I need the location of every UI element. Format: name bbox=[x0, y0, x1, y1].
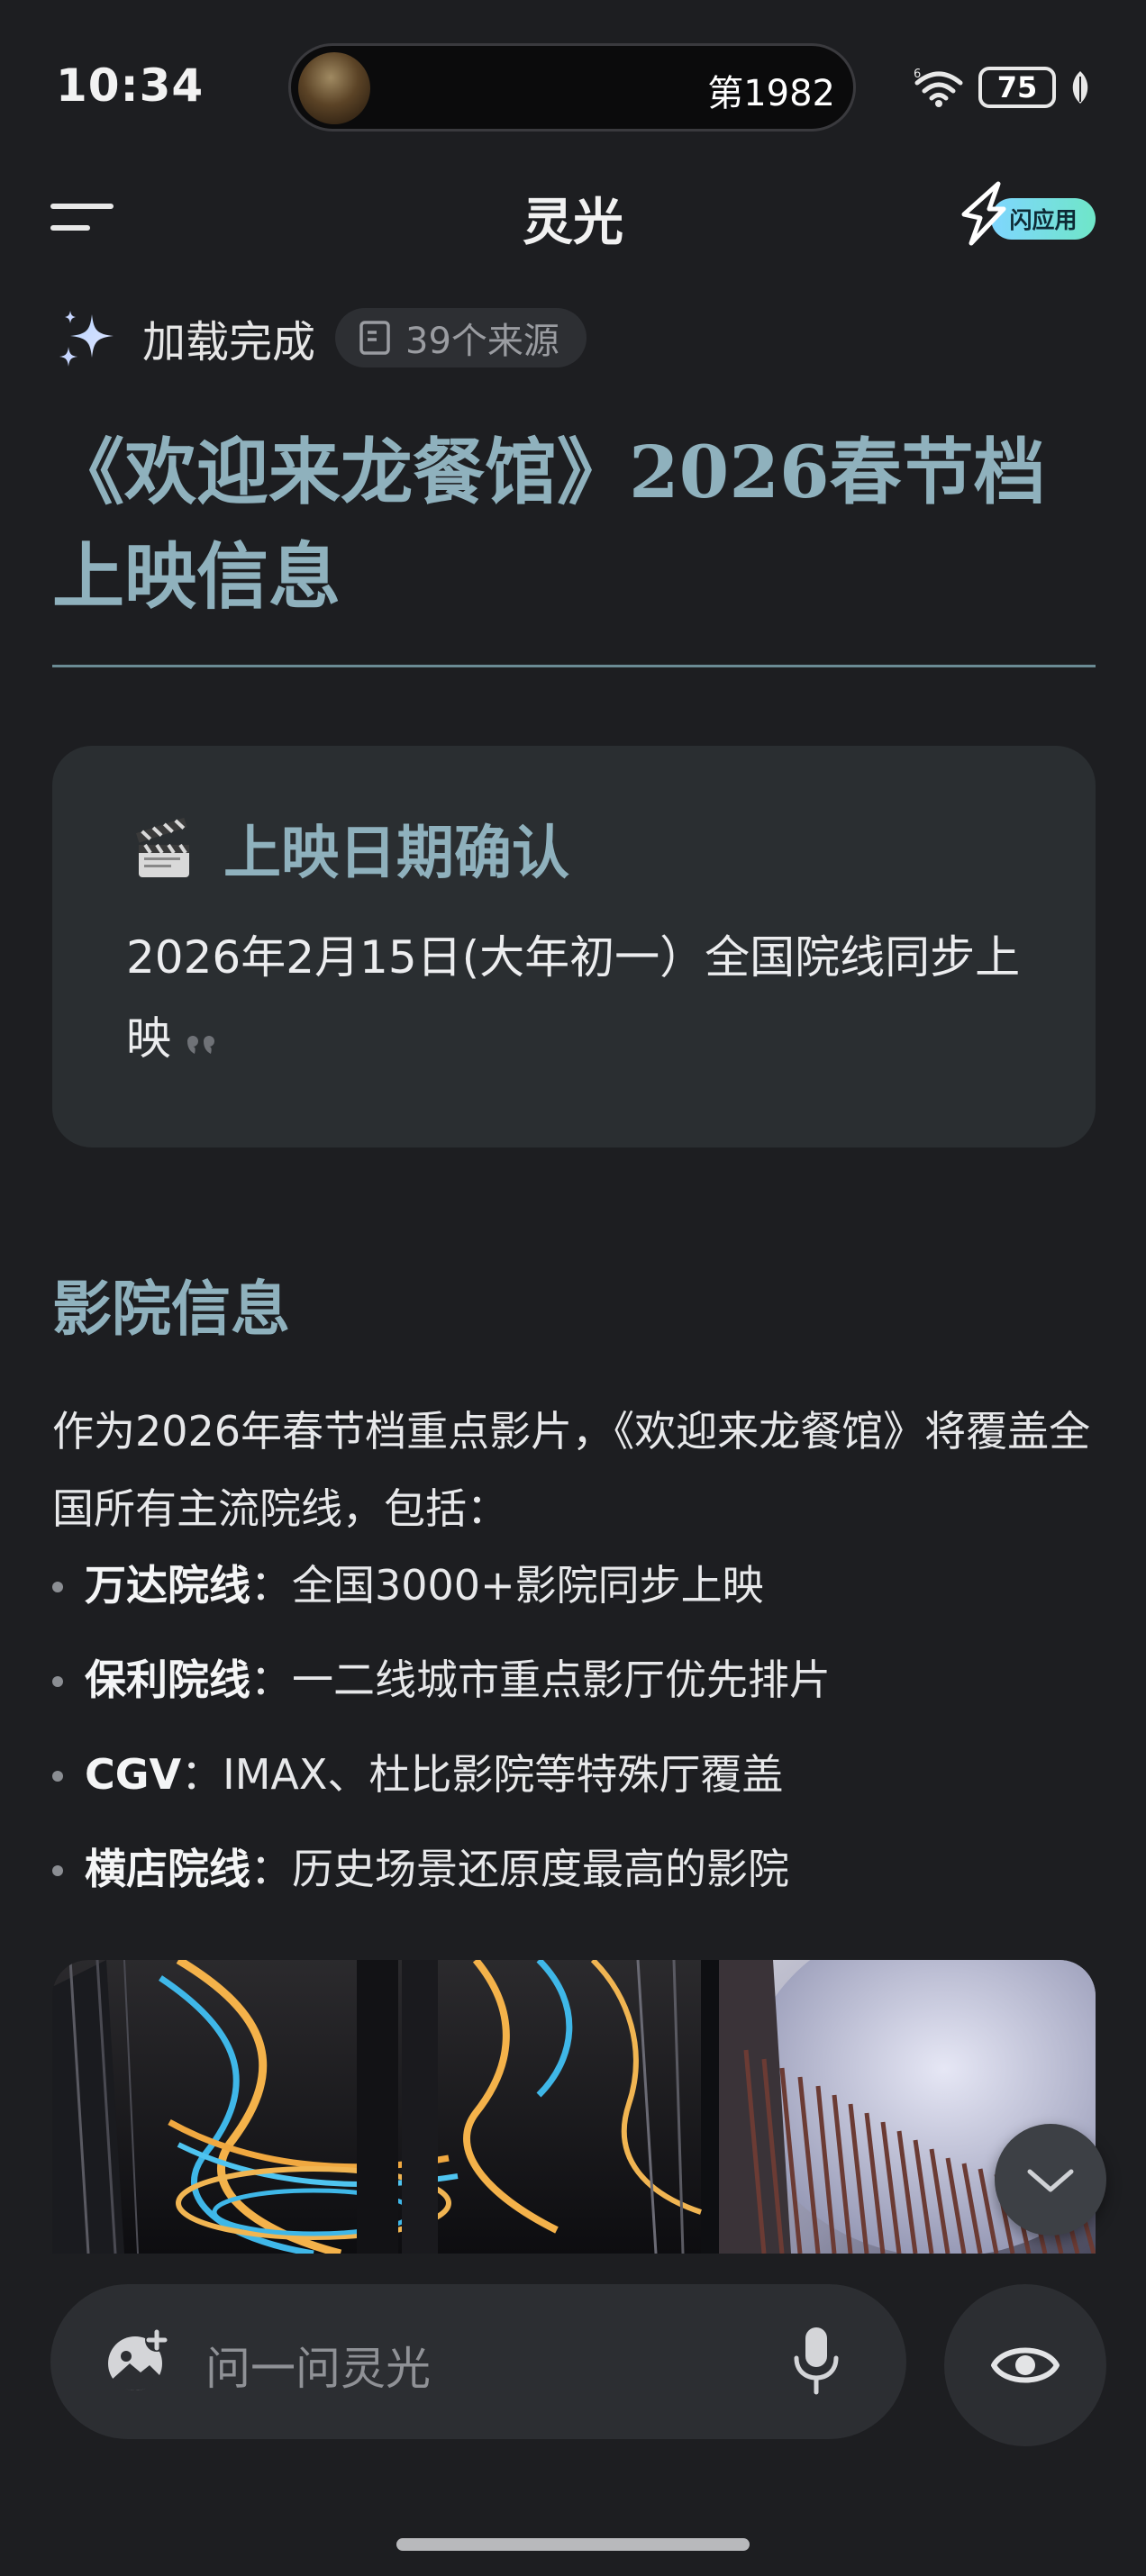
cinema-image-strip[interactable] bbox=[52, 1960, 1096, 2254]
eye-icon bbox=[991, 2347, 1060, 2383]
list-item-text: 历史场景还原度最高的影院 bbox=[292, 1845, 789, 1893]
image-add-icon[interactable] bbox=[103, 2327, 171, 2396]
app-header: 灵光 闪应用 bbox=[0, 171, 1146, 261]
title-divider bbox=[52, 665, 1096, 667]
app-screen: 10:34 第1982 6 75 灵光 闪应用 加载完成 39个来源 《欢迎来龙… bbox=[0, 0, 1146, 2576]
section-heading: 影院信息 bbox=[52, 1274, 290, 1344]
list-item-text: 一二线城市重点影厅优先排片 bbox=[292, 1655, 831, 1704]
section-intro: 作为2026年春节档重点影片，《欢迎来龙餐馆》将覆盖全国所有主流院线，包括： bbox=[52, 1407, 1091, 1533]
bullet-dot bbox=[52, 1771, 63, 1782]
card-heading: 上映日期确认 bbox=[223, 821, 569, 887]
list-item-text: 全国3000+影院同步上映 bbox=[292, 1561, 764, 1610]
load-status-text: 加载完成 bbox=[142, 317, 316, 367]
list-item-separator: ： bbox=[250, 1845, 292, 1893]
dynamic-island[interactable]: 第1982 bbox=[288, 43, 856, 132]
bottom-input-bar: 问一问灵光 bbox=[0, 2254, 1146, 2576]
leaf-icon bbox=[1072, 71, 1088, 104]
card-body: 2026年2月15日(大年初一）全国院线同步上映 bbox=[126, 917, 1063, 1079]
battery-indicator: 75 bbox=[978, 67, 1056, 108]
microphone-icon[interactable] bbox=[791, 2324, 841, 2396]
list-item-text: IMAX、杜比影院等特殊厅覆盖 bbox=[223, 1750, 784, 1799]
svg-text:6: 6 bbox=[914, 68, 921, 81]
article-title-line-2: 上映信息 bbox=[52, 534, 341, 619]
list-item: CGV：IMAX、杜比影院等特殊厅覆盖 bbox=[45, 1731, 1099, 1826]
scroll-down-button[interactable] bbox=[995, 2124, 1106, 2236]
list-item-label: 保利院线 bbox=[85, 1655, 250, 1704]
list-item-separator: ： bbox=[181, 1750, 223, 1799]
list-item-separator: ： bbox=[250, 1561, 292, 1610]
list-item-label: 横店院线 bbox=[85, 1845, 250, 1893]
load-status: 加载完成 39个来源 bbox=[56, 302, 587, 374]
bullet-dot bbox=[52, 1865, 63, 1876]
flash-app-button[interactable]: 闪应用 bbox=[953, 178, 1097, 249]
clapper-icon bbox=[136, 818, 189, 877]
home-indicator[interactable] bbox=[396, 2538, 750, 2551]
sparkle-icon bbox=[59, 311, 114, 367]
list-item-label: CGV bbox=[85, 1750, 182, 1799]
document-icon bbox=[359, 321, 390, 355]
sources-count: 39个来源 bbox=[405, 321, 559, 362]
status-bar: 10:34 第1982 6 75 bbox=[0, 0, 1146, 171]
quote-icon[interactable] bbox=[187, 1029, 220, 1056]
island-thumbnail bbox=[298, 52, 370, 124]
status-time: 10:34 bbox=[56, 59, 205, 112]
list-item: 保利院线：一二线城市重点影厅优先排片 bbox=[45, 1637, 1099, 1731]
chevron-down-icon bbox=[1027, 2169, 1074, 2192]
flash-bolt-icon bbox=[961, 181, 1006, 246]
article-title: 《欢迎来龙餐馆》2026春节档 上映信息 bbox=[52, 420, 1097, 629]
eye-button[interactable] bbox=[944, 2284, 1106, 2446]
cinema-photos bbox=[52, 1960, 1096, 2254]
list-item-label: 万达院线 bbox=[85, 1561, 250, 1610]
cinema-list: 万达院线：全国3000+影院同步上映 保利院线：一二线城市重点影厅优先排片 CG… bbox=[45, 1542, 1099, 1920]
article-title-line-1: 《欢迎来龙餐馆》2026春节档 bbox=[52, 430, 1046, 514]
bullet-dot bbox=[52, 1582, 63, 1592]
sources-button[interactable]: 39个来源 bbox=[335, 308, 587, 367]
ask-input-placeholder: 问一问灵光 bbox=[205, 2343, 431, 2395]
release-date-card: 上映日期确认 2026年2月15日(大年初一）全国院线同步上映 bbox=[52, 746, 1096, 1147]
list-item: 横店院线：历史场景还原度最高的影院 bbox=[45, 1826, 1099, 1920]
card-body-text: 2026年2月15日(大年初一）全国院线同步上映 bbox=[126, 931, 1021, 1065]
ask-input[interactable]: 问一问灵光 bbox=[50, 2284, 906, 2439]
list-item: 万达院线：全国3000+影院同步上映 bbox=[45, 1542, 1099, 1637]
island-text: 第1982 bbox=[707, 73, 835, 114]
bullet-dot bbox=[52, 1676, 63, 1687]
wifi-icon: 6 bbox=[914, 68, 963, 107]
list-item-separator: ： bbox=[250, 1655, 292, 1704]
status-icons: 6 75 bbox=[912, 63, 1092, 112]
